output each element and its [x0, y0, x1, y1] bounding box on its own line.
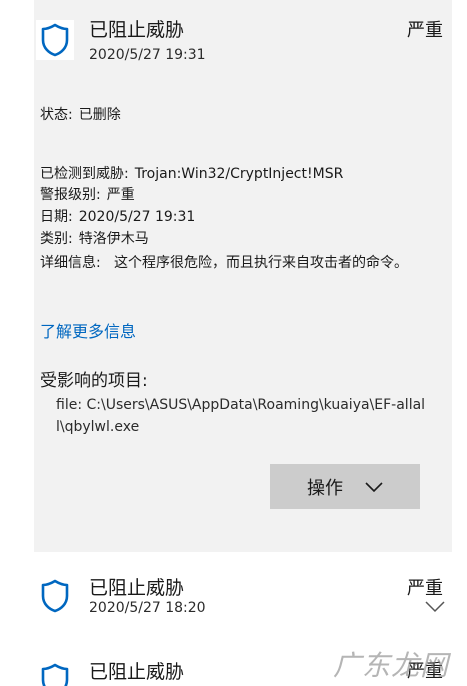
details-row: 详细信息: 这个程序很危险，而且执行来自攻击者的命令。 [40, 253, 440, 274]
threat-title: 已阻止威胁 [89, 19, 185, 41]
threat-history-page: 已阻止威胁 2020/5/27 19:31 严重 状态: 已删除 已检测到威胁: T… [0, 0, 467, 686]
shield-icon [36, 576, 74, 616]
date-row: 日期: 2020/5/27 19:31 [40, 207, 195, 228]
shield-icon [36, 660, 74, 686]
severity-badge: 严重 [407, 20, 443, 41]
alert-level-value: 严重 [106, 187, 135, 203]
action-button[interactable]: 操作 [270, 464, 420, 509]
detected-label: 已检测到威胁: [40, 166, 129, 182]
date-label: 日期: [40, 209, 73, 225]
threat-timestamp: 2020/5/27 18:20 [89, 600, 206, 616]
category-label: 类别: [40, 231, 73, 247]
affected-items-title: 受影响的项目: [40, 371, 148, 391]
learn-more-link[interactable]: 了解更多信息 [40, 318, 136, 342]
alert-level-row: 警报级别: 严重 [40, 185, 135, 206]
watermark: 广东龙网 [333, 649, 450, 682]
detected-threat-row: 已检测到威胁: Trojan:Win32/CryptInject!MSR [40, 164, 343, 185]
severity-badge: 严重 [407, 578, 443, 599]
details-value: 这个程序很危险，而且执行来自攻击者的命令。 [114, 255, 408, 271]
threat-title: 已阻止威胁 [89, 577, 185, 599]
alert-level-label: 警报级别: [40, 187, 101, 203]
category-row: 类别: 特洛伊木马 [40, 229, 149, 250]
chevron-down-icon[interactable] [424, 600, 446, 614]
action-button-label: 操作 [307, 477, 343, 499]
status-value: 已删除 [78, 107, 121, 123]
status-row: 状态: 已删除 [40, 105, 121, 126]
details-label: 详细信息: [40, 255, 101, 271]
threat-title: 已阻止威胁 [89, 661, 185, 683]
chevron-down-icon [365, 481, 383, 492]
date-value: 2020/5/27 19:31 [78, 209, 196, 225]
shield-icon [36, 20, 74, 60]
affected-item-path: file: C:\Users\ASUS\AppData\Roaming\kuai… [56, 397, 426, 435]
category-value: 特洛伊木马 [78, 231, 149, 247]
threat-timestamp: 2020/5/27 19:31 [89, 47, 206, 63]
status-label: 状态: [40, 107, 73, 123]
detected-value: Trojan:Win32/CryptInject!MSR [134, 166, 344, 182]
